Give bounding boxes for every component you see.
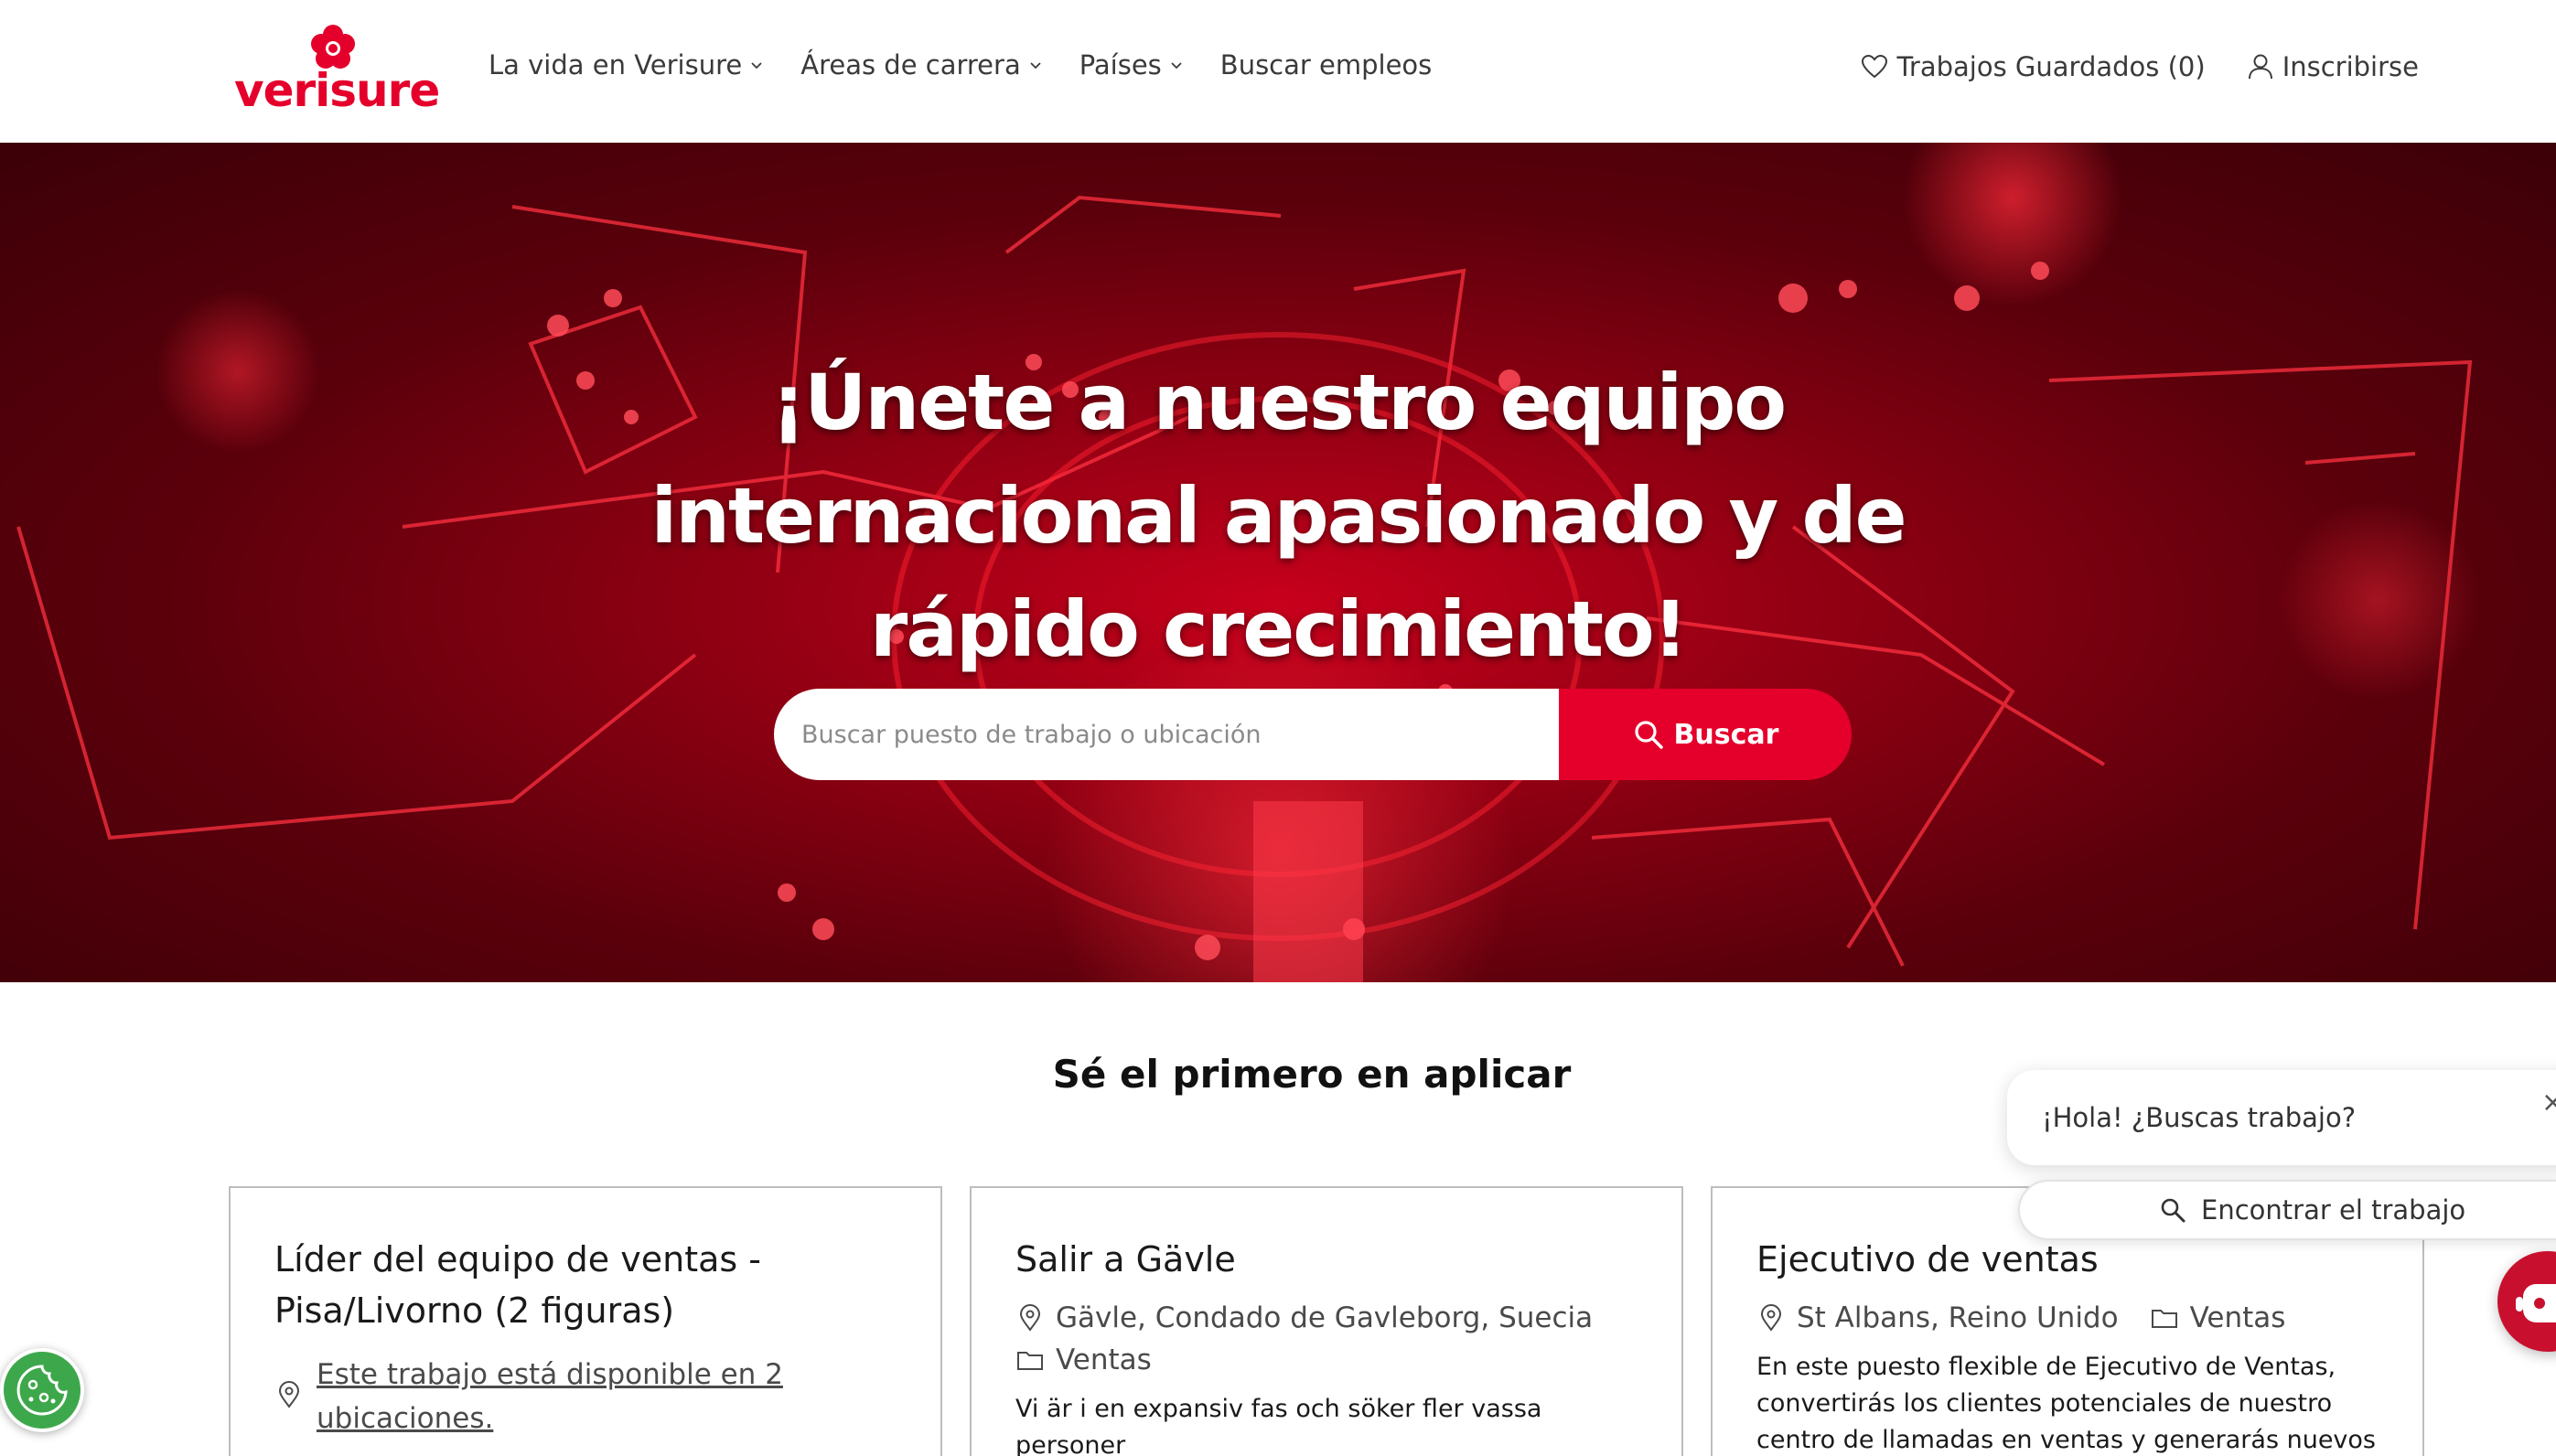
- search-icon: [2161, 1198, 2185, 1223]
- nav-career-areas[interactable]: Áreas de carrera: [800, 49, 1042, 80]
- signup-label: Inscribirse: [2282, 51, 2419, 82]
- job-category: Ventas: [1015, 1344, 1638, 1376]
- signup-link[interactable]: Inscribirse: [2246, 51, 2419, 82]
- nav-search-jobs[interactable]: Buscar empleos: [1220, 49, 1433, 80]
- job-search-bar: Buscar: [774, 689, 1852, 780]
- heart-icon: [1862, 54, 1888, 79]
- robot-icon: [2516, 1284, 2556, 1322]
- nav-label: La vida en Verisure: [489, 49, 743, 80]
- job-card[interactable]: Salir a Gävle Gävle, Condado de Gavlebor…: [970, 1186, 1683, 1456]
- cookie-icon: [16, 1365, 68, 1416]
- nav-life-at-verisure[interactable]: La vida en Verisure: [489, 49, 764, 80]
- job-card[interactable]: Líder del equipo de ventas - Pisa/Livorn…: [229, 1186, 942, 1456]
- site-header: verisure La vida en Verisure Áreas de ca…: [0, 0, 2556, 143]
- verisure-logo[interactable]: verisure: [234, 24, 440, 117]
- chatbot-launcher[interactable]: [2497, 1251, 2556, 1352]
- logo-wordmark: verisure: [234, 64, 440, 117]
- job-search-input[interactable]: [774, 689, 1559, 780]
- saved-jobs-link[interactable]: Trabajos Guardados (0): [1860, 51, 2206, 82]
- search-icon: [1634, 721, 1663, 749]
- search-button[interactable]: Buscar: [1559, 689, 1852, 780]
- job-title: Salir a Gävle: [1015, 1239, 1236, 1279]
- job-category-text: Ventas: [2189, 1301, 2286, 1334]
- saved-jobs-label: Trabajos Guardados (0): [1896, 51, 2206, 82]
- chat-close-icon[interactable]: ×: [2541, 1087, 2556, 1119]
- multi-location-link[interactable]: Este trabajo está disponible en 2 ubicac…: [317, 1353, 897, 1440]
- job-title: Ejecutivo de ventas: [1756, 1239, 2099, 1279]
- job-description: Vi är i en expansiv fas och söker fler v…: [1015, 1395, 1542, 1456]
- header-actions: Trabajos Guardados (0) Inscribirse: [1860, 51, 2419, 82]
- job-multi-location: Este trabajo está disponible en 2 ubicac…: [274, 1353, 897, 1440]
- job-title: Líder del equipo de ventas - Pisa/Livorn…: [274, 1239, 761, 1331]
- job-location: St Albans, Reino Unido: [1756, 1301, 2119, 1334]
- chat-greeting-bubble: ¡Hola! ¿Buscas trabajo?: [2007, 1070, 2556, 1165]
- location-pin-icon: [1019, 1304, 1041, 1332]
- nav-label: Áreas de carrera: [800, 49, 1021, 80]
- location-pin-icon: [278, 1381, 300, 1408]
- cookie-settings-button[interactable]: [0, 1348, 84, 1432]
- folder-icon: [2151, 1310, 2177, 1328]
- chat-greeting-text: ¡Hola! ¿Buscas trabajo?: [2042, 1102, 2357, 1133]
- job-category: Ventas: [2150, 1301, 2286, 1334]
- hero-banner: ¡Únete a nuestro equipo internacional ap…: [0, 143, 2556, 982]
- chevron-down-icon: [1171, 62, 1182, 70]
- nav-countries[interactable]: Países: [1079, 49, 1184, 80]
- location-pin-icon: [1760, 1304, 1782, 1332]
- find-job-button[interactable]: Encontrar el trabajo: [2018, 1180, 2556, 1240]
- search-button-label: Buscar: [1673, 718, 1779, 751]
- job-location: Gävle, Condado de Gavleborg, Suecia: [1015, 1301, 1638, 1334]
- job-meta: St Albans, Reino Unido Ventas: [1756, 1301, 2379, 1334]
- hero-title: ¡Únete a nuestro equipo internacional ap…: [650, 358, 1906, 674]
- folder-icon: [1017, 1352, 1043, 1370]
- user-icon: [2248, 54, 2272, 80]
- find-job-label: Encontrar el trabajo: [2201, 1194, 2466, 1226]
- chevron-down-icon: [1030, 62, 1041, 70]
- chevron-down-icon: [751, 62, 762, 70]
- job-description: En este puesto flexible de Ejecutivo de …: [1756, 1353, 2376, 1454]
- job-category-text: Ventas: [1056, 1344, 1152, 1376]
- nav-label: Buscar empleos: [1219, 49, 1433, 80]
- job-location-text: Gävle, Condado de Gavleborg, Suecia: [1056, 1301, 1594, 1334]
- main-nav: La vida en Verisure Áreas de carrera Paí…: [489, 49, 1432, 80]
- nav-label: Países: [1079, 49, 1162, 80]
- job-location-text: St Albans, Reino Unido: [1797, 1301, 2119, 1334]
